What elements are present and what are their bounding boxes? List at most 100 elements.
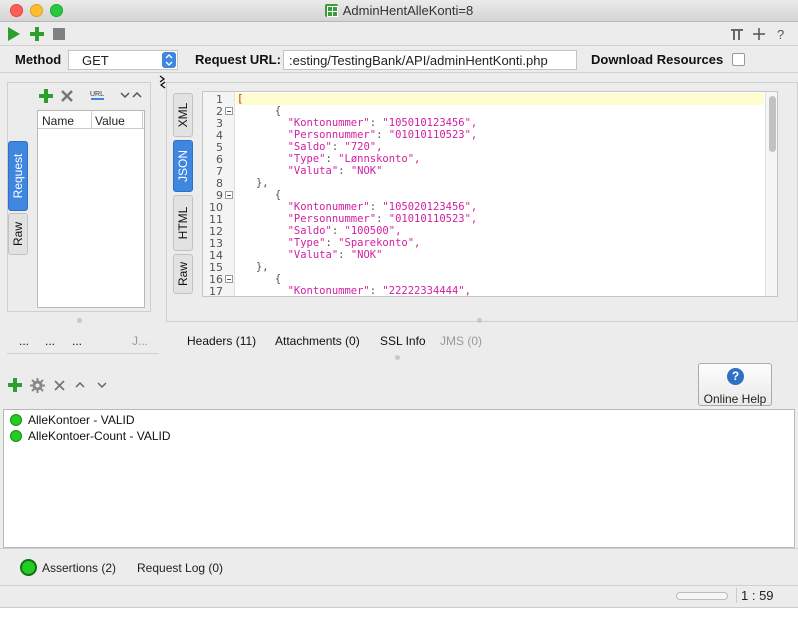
json-key: "Personnummer" bbox=[287, 129, 377, 141]
json-colon: : bbox=[325, 153, 339, 165]
json-key: "Type" bbox=[287, 237, 326, 249]
move-down-icon[interactable] bbox=[119, 89, 131, 101]
code-line: "Saldo": "720", bbox=[237, 141, 383, 153]
left-bottom-tab-3[interactable]: ... bbox=[72, 334, 82, 348]
request-panel: URL Request Raw Name Value bbox=[7, 82, 151, 312]
fold-toggle-icon[interactable] bbox=[225, 107, 233, 115]
tab-request-log[interactable]: Request Log (0) bbox=[137, 561, 223, 575]
add-assertion-icon[interactable] bbox=[8, 378, 22, 392]
cursor-position: 1 : 59 bbox=[736, 588, 774, 603]
tab-request[interactable]: Request bbox=[8, 141, 28, 211]
code-line: "Kontonummer": "22222334444", bbox=[237, 285, 471, 297]
left-bottom-tab-1[interactable]: ... bbox=[19, 334, 29, 348]
add-param-icon[interactable] bbox=[38, 88, 54, 104]
splitter-handle[interactable] bbox=[77, 318, 82, 323]
online-help-button[interactable]: ? Online Help bbox=[698, 363, 772, 406]
tab-request-raw-label: Raw bbox=[11, 221, 25, 247]
json-value: "105020123456", bbox=[382, 201, 478, 213]
tab-headers[interactable]: Headers (11) bbox=[187, 334, 256, 348]
json-colon: : bbox=[369, 201, 383, 213]
gear-icon[interactable] bbox=[30, 378, 45, 393]
help-circle-icon: ? bbox=[727, 368, 744, 385]
left-bottom-tab-2[interactable]: ... bbox=[45, 334, 55, 348]
left-bottom-tab-4[interactable]: J... bbox=[132, 334, 148, 348]
code-line: "Valuta": "NOK" bbox=[237, 249, 383, 261]
url-input[interactable]: :esting/TestingBank/API/adminHentKonti.p… bbox=[283, 50, 577, 70]
fold-toggle-icon[interactable] bbox=[225, 275, 233, 283]
download-resources-checkbox[interactable] bbox=[732, 53, 745, 66]
tab-jms[interactable]: JMS (0) bbox=[440, 334, 482, 348]
col-divider bbox=[91, 111, 92, 129]
expand-icon[interactable] bbox=[752, 27, 766, 41]
json-punct: { bbox=[237, 105, 282, 117]
move-up-assertion-icon[interactable] bbox=[75, 381, 85, 389]
splitter-handle-2[interactable] bbox=[477, 318, 482, 323]
fold-toggle-icon[interactable] bbox=[225, 191, 233, 199]
tab-response-raw[interactable]: Raw bbox=[173, 254, 193, 294]
json-key: "Kontonummer" bbox=[287, 285, 370, 297]
window-title: AdminHentAlleKonti=8 bbox=[0, 3, 798, 18]
tab-attachments[interactable]: Attachments (0) bbox=[275, 334, 360, 348]
request-bar: Method GET Request URL: :esting/TestingB… bbox=[0, 47, 798, 73]
json-colon: : bbox=[369, 117, 383, 129]
assertion-item[interactable]: AlleKontoer-Count - VALID bbox=[10, 429, 171, 443]
response-detail-tabs: Headers (11) Attachments (0) SSL Info JM… bbox=[160, 326, 798, 354]
editor-scroll-thumb[interactable] bbox=[769, 96, 776, 152]
remove-assertion-icon[interactable] bbox=[54, 380, 65, 391]
code-line: "Kontonummer": "105020123456", bbox=[237, 201, 478, 213]
json-value: "Lønnskonto", bbox=[338, 153, 421, 165]
tab-response-raw-label: Raw bbox=[176, 261, 190, 287]
left-bottom-tabs: ... ... ... J... bbox=[7, 326, 159, 354]
remove-param-icon[interactable] bbox=[59, 88, 75, 104]
code-line: "Personnummer": "01010110523", bbox=[237, 213, 478, 225]
json-key: "Saldo" bbox=[287, 141, 332, 153]
editor-scrollbar[interactable] bbox=[765, 92, 777, 296]
run-icon[interactable] bbox=[7, 26, 21, 42]
json-colon: : bbox=[325, 237, 339, 249]
splitter-handle-3[interactable] bbox=[395, 355, 400, 360]
json-value: "100500", bbox=[344, 225, 402, 237]
tab-request-raw[interactable]: Raw bbox=[8, 213, 28, 255]
params-header: Name Value bbox=[38, 111, 144, 129]
tab-html[interactable]: HTML bbox=[173, 195, 193, 251]
tab-ssl-info[interactable]: SSL Info bbox=[380, 334, 426, 348]
add-icon[interactable] bbox=[29, 26, 45, 42]
json-punct: { bbox=[237, 189, 282, 201]
code-line: { bbox=[237, 273, 281, 285]
svg-text:URL: URL bbox=[90, 91, 104, 98]
json-value: "01010110523", bbox=[388, 129, 478, 141]
url-params-icon[interactable]: URL bbox=[89, 87, 107, 103]
left-edge bbox=[0, 73, 3, 293]
move-up-icon[interactable] bbox=[131, 89, 143, 101]
code-line: "Kontonummer": "105010123456", bbox=[237, 117, 478, 129]
json-editor[interactable]: 1 2 3 4 5 6 7 8 9 10 11 12 13 14 15 16 17 [ { "Kontonumm… bbox=[202, 91, 778, 297]
method-select[interactable]: GET bbox=[68, 50, 178, 70]
stop-icon[interactable] bbox=[52, 27, 66, 41]
move-down-assertion-icon[interactable] bbox=[97, 381, 107, 389]
tab-assertions[interactable]: Assertions (2) bbox=[42, 561, 116, 575]
col-value: Value bbox=[95, 114, 125, 128]
window-title-text: AdminHentAlleKonti=8 bbox=[342, 3, 474, 18]
assertion-item[interactable]: AlleKontoer - VALID bbox=[10, 413, 135, 427]
tab-json[interactable]: JSON bbox=[173, 140, 193, 192]
json-colon: : bbox=[331, 225, 345, 237]
json-key: "Valuta" bbox=[287, 249, 339, 261]
json-value: "720", bbox=[344, 141, 383, 153]
format-icon[interactable] bbox=[730, 27, 744, 41]
download-resources-label: Download Resources bbox=[591, 52, 724, 67]
tab-html-label: HTML bbox=[176, 206, 190, 240]
assertions-toolbar: ? Online Help bbox=[0, 362, 798, 410]
main-toolbar: ? bbox=[0, 22, 798, 46]
help-icon[interactable]: ? bbox=[774, 27, 788, 41]
code-line: "Type": "Lønnskonto", bbox=[237, 153, 421, 165]
code-line: "Valuta": "NOK" bbox=[237, 165, 383, 177]
method-value: GET bbox=[82, 53, 109, 68]
tab-xml[interactable]: XML bbox=[173, 93, 193, 137]
